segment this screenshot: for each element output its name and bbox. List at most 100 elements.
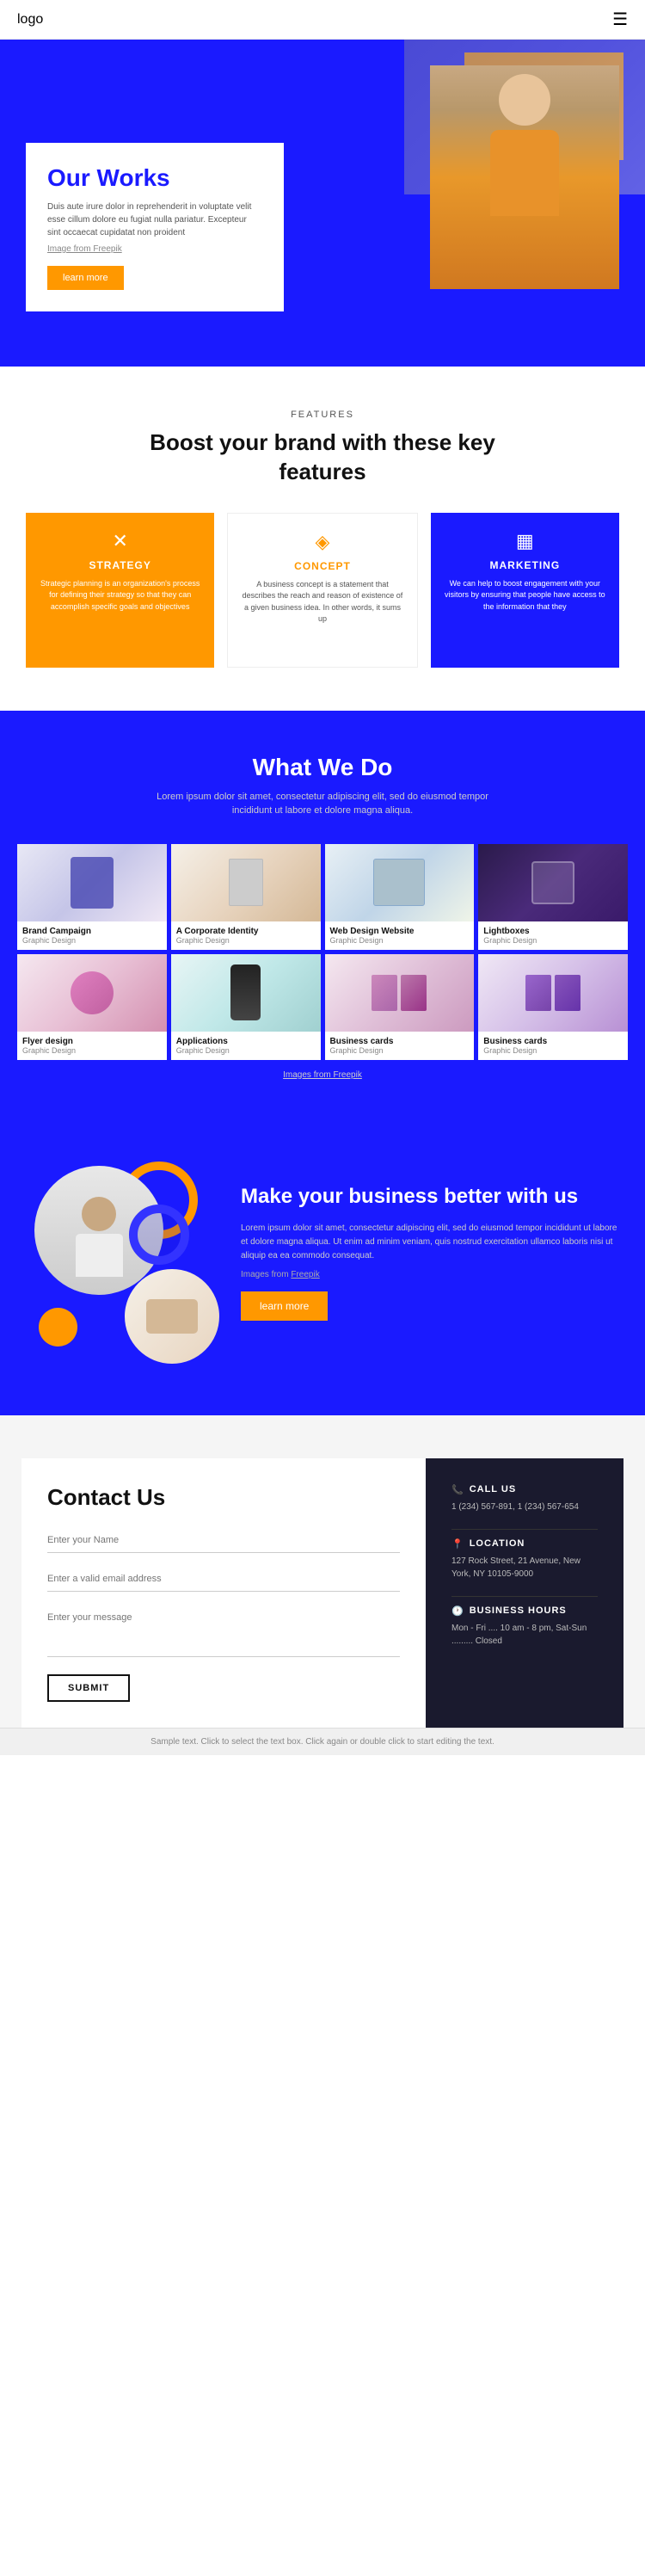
marketing-desc: We can help to boost engagement with you…: [444, 578, 606, 613]
what-we-do-header: What We Do Lorem ipsum dolor sit amet, c…: [17, 754, 628, 818]
feature-card-marketing: ▦ MARKETING We can help to boost engagem…: [431, 513, 619, 668]
portfolio-thumb-2: [325, 844, 475, 921]
portfolio-image-credit: Images from Freepik: [17, 1070, 628, 1080]
portfolio-cat-7: Graphic Design: [483, 1046, 623, 1055]
portfolio-item-7[interactable]: Business cards Graphic Design: [478, 954, 628, 1060]
portfolio-grid: Brand Campaign Graphic Design A Corporat…: [17, 844, 628, 1060]
location-icon: 📍: [452, 1538, 464, 1550]
portfolio-item-0[interactable]: Brand Campaign Graphic Design: [17, 844, 167, 950]
concept-desc: A business concept is a statement that d…: [241, 579, 403, 626]
contact-section: Contact Us SUBMIT 📞 CALL US 1 (234) 567-…: [0, 1415, 645, 1728]
hero-photo: [430, 65, 619, 289]
portfolio-title-0: Brand Campaign: [22, 927, 162, 936]
contact-divider-1: [452, 1529, 598, 1530]
better-visuals: [26, 1157, 215, 1347]
portfolio-thumb-0: [17, 844, 167, 921]
hero-description: Duis aute irure dolor in reprehenderit i…: [47, 200, 262, 239]
portfolio-cat-4: Graphic Design: [22, 1046, 162, 1055]
contact-email-input[interactable]: [47, 1567, 400, 1592]
contact-location-section: 📍 LOCATION 127 Rock Street, 21 Avenue, N…: [452, 1538, 598, 1581]
contact-title: Contact Us: [47, 1484, 400, 1511]
clock-icon: 🕐: [452, 1605, 464, 1617]
features-section: FEATURES Boost your brand with these key…: [0, 367, 645, 711]
what-we-do-section: What We Do Lorem ipsum dolor sit amet, c…: [0, 711, 645, 1106]
portfolio-thumb-6: [325, 954, 475, 1032]
portfolio-thumb-4: [17, 954, 167, 1032]
contact-location-title: 📍 LOCATION: [452, 1538, 598, 1550]
better-image-credit-link[interactable]: Freepik: [291, 1270, 319, 1279]
portfolio-item-5[interactable]: Applications Graphic Design: [171, 954, 321, 1060]
better-section: Make your business better with us Lorem …: [0, 1106, 645, 1415]
portfolio-item-3[interactable]: Lightboxes Graphic Design: [478, 844, 628, 950]
portfolio-title-4: Flyer design: [22, 1037, 162, 1046]
contact-hours-section: 🕐 BUSINESS HOURS Mon - Fri .... 10 am - …: [452, 1605, 598, 1648]
portfolio-item-4[interactable]: Flyer design Graphic Design: [17, 954, 167, 1060]
portfolio-item-1[interactable]: A Corporate Identity Graphic Design: [171, 844, 321, 950]
concept-icon: ◈: [241, 531, 403, 553]
small-white-circle: [125, 1269, 219, 1364]
portfolio-cat-6: Graphic Design: [330, 1046, 470, 1055]
contact-submit-button[interactable]: SUBMIT: [47, 1674, 130, 1702]
phone-icon: 📞: [452, 1484, 464, 1495]
portfolio-item-6[interactable]: Business cards Graphic Design: [325, 954, 475, 1060]
footer-note: Sample text. Click to select the text bo…: [0, 1728, 645, 1755]
portfolio-title-2: Web Design Website: [330, 927, 470, 936]
strategy-title: STRATEGY: [39, 559, 201, 571]
blue-ring: [129, 1205, 189, 1265]
better-image-credit-prefix: Images from: [241, 1270, 289, 1279]
portfolio-title-1: A Corporate Identity: [176, 927, 316, 936]
contact-info-panel: 📞 CALL US 1 (234) 567-891, 1 (234) 567-6…: [426, 1458, 624, 1728]
portfolio-thumb-7: [478, 954, 628, 1032]
portfolio-thumb-3: [478, 844, 628, 921]
better-desc: Lorem ipsum dolor sit amet, consectetur …: [241, 1222, 619, 1263]
better-title: Make your business better with us: [241, 1183, 619, 1210]
hero-section: Our Works Duis aute irure dolor in repre…: [0, 40, 645, 367]
features-label: FEATURES: [26, 410, 619, 420]
nav-logo: logo: [17, 12, 43, 28]
contact-call-numbers: 1 (234) 567-891, 1 (234) 567-654: [452, 1501, 598, 1513]
contact-inner: Contact Us SUBMIT 📞 CALL US 1 (234) 567-…: [22, 1458, 624, 1728]
portfolio-title-5: Applications: [176, 1037, 316, 1046]
portfolio-thumb-5: [171, 954, 321, 1032]
hero-learn-more-button[interactable]: learn more: [47, 266, 124, 290]
portfolio-cat-5: Graphic Design: [176, 1046, 316, 1055]
hamburger-icon[interactable]: ☰: [612, 9, 628, 30]
what-we-do-title: What We Do: [17, 754, 628, 781]
features-title: Boost your brand with these key features: [108, 428, 538, 487]
feature-card-strategy: ✕ STRATEGY Strategic planning is an orga…: [26, 513, 214, 668]
small-orange-circle: [39, 1308, 77, 1347]
contact-form-area: Contact Us SUBMIT: [22, 1458, 426, 1728]
hero-image-credit: Image from Freepik: [47, 244, 262, 254]
better-inner: Make your business better with us Lorem …: [26, 1157, 619, 1347]
contact-location-address: 127 Rock Street, 21 Avenue, New York, NY…: [452, 1555, 598, 1581]
strategy-desc: Strategic planning is an organization's …: [39, 578, 201, 613]
portfolio-title-6: Business cards: [330, 1037, 470, 1046]
portfolio-cat-0: Graphic Design: [22, 936, 162, 945]
contact-call-title: 📞 CALL US: [452, 1484, 598, 1495]
portfolio-title-3: Lightboxes: [483, 927, 623, 936]
contact-divider-2: [452, 1596, 598, 1597]
better-image-credit: Images from Freepik: [241, 1270, 619, 1279]
portfolio-cat-1: Graphic Design: [176, 936, 316, 945]
marketing-title: MARKETING: [444, 559, 606, 571]
footer-note-text: Sample text. Click to select the text bo…: [17, 1737, 628, 1747]
contact-call-section: 📞 CALL US 1 (234) 567-891, 1 (234) 567-6…: [452, 1484, 598, 1513]
hero-card: Our Works Duis aute irure dolor in repre…: [26, 143, 284, 311]
strategy-icon: ✕: [39, 530, 201, 552]
feature-card-concept: ◈ CONCEPT A business concept is a statem…: [227, 513, 417, 668]
contact-message-input[interactable]: [47, 1605, 400, 1657]
portfolio-title-7: Business cards: [483, 1037, 623, 1046]
concept-title: CONCEPT: [241, 560, 403, 572]
features-grid: ✕ STRATEGY Strategic planning is an orga…: [26, 513, 619, 668]
portfolio-cat-3: Graphic Design: [483, 936, 623, 945]
portfolio-thumb-1: [171, 844, 321, 921]
better-learn-more-button[interactable]: learn more: [241, 1291, 328, 1321]
what-we-do-desc: Lorem ipsum dolor sit amet, consectetur …: [150, 790, 494, 818]
navbar: logo ☰: [0, 0, 645, 40]
contact-hours-title: 🕐 BUSINESS HOURS: [452, 1605, 598, 1617]
contact-name-input[interactable]: [47, 1528, 400, 1553]
contact-hours-text: Mon - Fri .... 10 am - 8 pm, Sat-Sun ...…: [452, 1622, 598, 1648]
hero-title: Our Works: [47, 164, 262, 192]
marketing-icon: ▦: [444, 530, 606, 552]
portfolio-item-2[interactable]: Web Design Website Graphic Design: [325, 844, 475, 950]
